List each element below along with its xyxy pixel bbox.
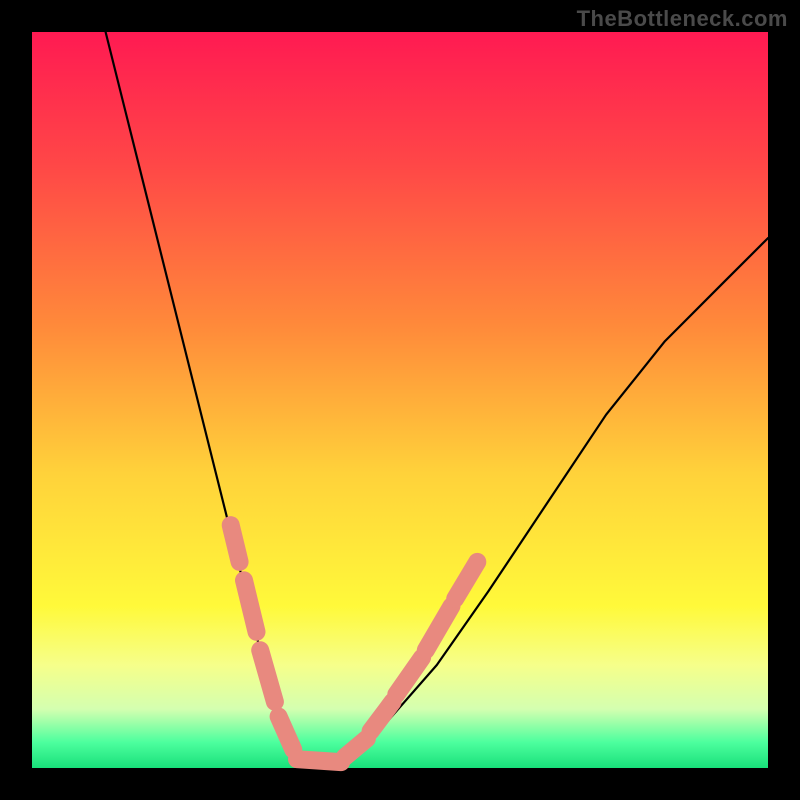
plot-area (32, 32, 768, 768)
chart-svg (0, 0, 800, 800)
highlight-segment (231, 525, 240, 562)
highlight-segment (244, 580, 257, 632)
chart-frame: TheBottleneck.com (0, 0, 800, 800)
highlight-segment (297, 759, 341, 762)
watermark-text: TheBottleneck.com (577, 6, 788, 32)
